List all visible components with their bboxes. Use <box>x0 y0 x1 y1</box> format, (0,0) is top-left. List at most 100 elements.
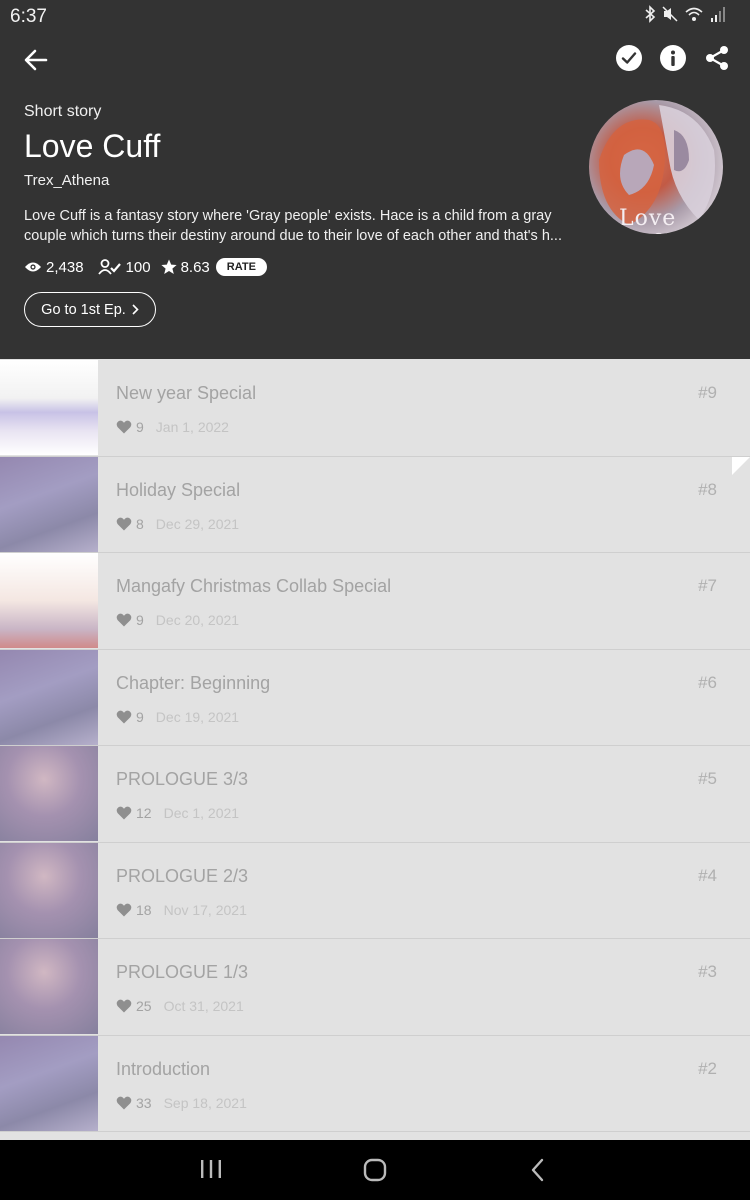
episode-thumbnail <box>0 360 98 455</box>
arrow-left-icon <box>24 49 48 71</box>
episode-date: Dec 29, 2021 <box>155 515 240 532</box>
episode-number: #8 <box>698 479 717 499</box>
episode-row[interactable]: New year Special 9 Jan 1, 2022 #9 <box>0 360 750 457</box>
description-line: couple which turns their destiny around … <box>24 227 562 244</box>
episode-date: Dec 1, 2021 <box>163 805 240 821</box>
episode-date: Nov 17, 2021 <box>163 901 247 918</box>
episode-meta: 9 Jan 1, 2022 <box>116 419 229 435</box>
first-ep-label: Go to 1st Ep. <box>41 301 126 318</box>
wifi-icon <box>685 7 703 21</box>
episode-likes: 9 <box>136 612 144 628</box>
status-bar: 6:37 <box>0 0 750 32</box>
episode-date: Dec 20, 2021 <box>155 612 240 628</box>
description-line: Love Cuff is a fantasy story where 'Gray… <box>24 208 552 224</box>
episode-title: PROLOGUE 2/3 <box>116 865 249 886</box>
views-count: 2,438 <box>46 258 84 276</box>
heart-icon <box>116 999 132 1013</box>
heart-icon <box>116 903 132 916</box>
episode-likes: 8 <box>136 515 144 532</box>
episode-number: #2 <box>698 1058 717 1078</box>
home-button[interactable] <box>362 1158 388 1187</box>
episode-row[interactable]: Holiday Special 8 Dec 29, 2021 #8 <box>0 456 750 553</box>
episode-row[interactable]: Introduction 33 Sep 18, 2021 #2 <box>0 1035 750 1132</box>
back-button[interactable] <box>20 44 52 76</box>
episode-row[interactable]: Mangafy Christmas Collab Special 9 Dec 2… <box>0 553 750 650</box>
recent-apps-button[interactable] <box>199 1158 223 1185</box>
share-icon <box>706 46 728 70</box>
mute-icon <box>662 6 678 22</box>
rating-stat: 8.63 <box>160 258 210 276</box>
episode-number: #3 <box>698 962 717 981</box>
story-description[interactable]: Love Cuff is a fantasy story where 'Gray… <box>24 207 584 246</box>
heart-icon <box>116 517 132 530</box>
cover-title-text: Love Cuff <box>619 206 677 234</box>
info-button[interactable] <box>660 45 686 71</box>
episode-title: New year Special <box>116 383 257 403</box>
episode-meta: 12 Dec 1, 2021 <box>116 805 239 821</box>
check-circle-icon <box>621 52 637 64</box>
eye-icon <box>25 262 41 272</box>
heart-icon <box>116 806 132 820</box>
episode-date: Oct 31, 2021 <box>163 998 244 1014</box>
episode-thumbnail <box>0 456 98 552</box>
episode-meta: 18 Nov 17, 2021 <box>116 902 247 918</box>
episode-number: #6 <box>698 672 717 692</box>
episode-number: #9 <box>698 383 717 402</box>
story-type: Short story <box>24 103 102 120</box>
episode-list: New year Special 9 Jan 1, 2022 #9 Holida… <box>0 360 750 1132</box>
episode-likes: 9 <box>136 708 144 725</box>
subscribers-count: 100 <box>125 258 151 276</box>
episode-meta: 9 Dec 20, 2021 <box>116 612 239 628</box>
episode-meta: 25 Oct 31, 2021 <box>116 998 244 1014</box>
episode-meta: 33 Sep 18, 2021 <box>116 1095 247 1111</box>
episode-likes: 12 <box>136 805 152 821</box>
story-cover-image: Love Cuff <box>589 100 723 234</box>
episode-number: #5 <box>698 769 717 788</box>
episode-row[interactable]: Chapter: Beginning 9 Dec 19, 2021 #6 <box>0 649 750 746</box>
episode-date: Sep 18, 2021 <box>163 1094 247 1111</box>
system-navigation-bar <box>0 1140 750 1200</box>
episode-likes: 18 <box>136 901 152 918</box>
episode-number: #4 <box>698 865 717 885</box>
recent-apps-icon <box>201 1160 221 1178</box>
episode-thumbnail <box>0 649 98 745</box>
heart-icon <box>116 1096 132 1109</box>
episode-title: Mangafy Christmas Collab Special <box>116 576 392 596</box>
story-stats: 2,438 100 8.63 RATE <box>24 258 267 276</box>
heart-icon <box>116 420 132 434</box>
episode-meta: 8 Dec 29, 2021 <box>116 516 239 532</box>
episode-thumbnail <box>0 842 98 938</box>
top-actions <box>616 45 730 71</box>
views-stat: 2,438 <box>24 259 84 276</box>
go-to-first-episode-button[interactable]: Go to 1st Ep. <box>24 292 156 327</box>
episode-title: Holiday Special <box>116 479 241 500</box>
share-button[interactable] <box>704 45 730 71</box>
episode-number: #7 <box>698 576 717 595</box>
rating-value: 8.63 <box>180 258 210 276</box>
episode-thumbnail <box>0 746 98 841</box>
star-icon <box>160 259 177 274</box>
episode-title: PROLOGUE 1/3 <box>116 962 249 982</box>
subscribe-button[interactable] <box>616 45 642 71</box>
subscribers-stat: 100 <box>97 258 151 276</box>
info-icon <box>671 50 675 66</box>
episode-title: Introduction <box>116 1058 211 1079</box>
heart-icon <box>116 613 132 627</box>
episode-thumbnail <box>0 1035 98 1131</box>
episode-row[interactable]: PROLOGUE 2/3 18 Nov 17, 2021 #4 <box>0 842 750 939</box>
episode-meta: 9 Dec 19, 2021 <box>116 709 239 725</box>
episode-likes: 25 <box>136 998 152 1014</box>
chevron-left-icon <box>531 1158 544 1182</box>
chevron-right-icon <box>132 304 139 315</box>
nav-back-button[interactable] <box>530 1158 546 1187</box>
episode-row[interactable]: PROLOGUE 1/3 25 Oct 31, 2021 #3 <box>0 939 750 1036</box>
rate-button[interactable]: RATE <box>215 258 267 276</box>
user-check-icon <box>97 259 121 275</box>
episode-thumbnail <box>0 939 98 1034</box>
episode-row[interactable]: PROLOGUE 3/3 12 Dec 1, 2021 #5 <box>0 746 750 843</box>
author-name[interactable]: Trex_Athena <box>24 172 109 189</box>
story-header: 6:37 Short story Love Cuff Trex_Athena L… <box>0 0 750 359</box>
home-icon <box>363 1158 387 1182</box>
status-time: 6:37 <box>10 6 47 27</box>
episode-likes: 33 <box>136 1094 152 1111</box>
